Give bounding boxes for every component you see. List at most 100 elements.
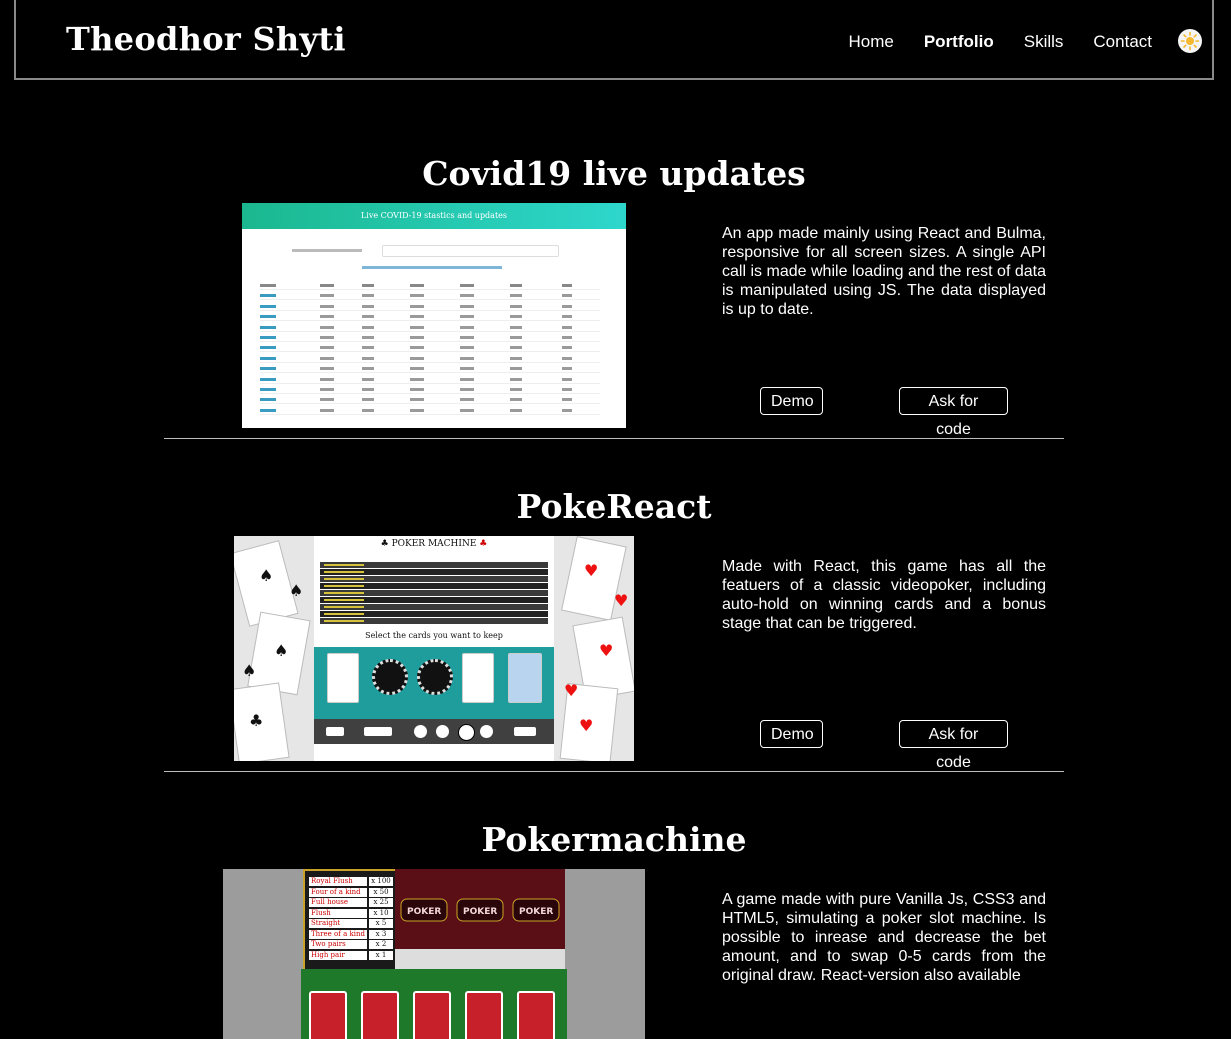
table-cell bbox=[562, 377, 572, 381]
control-button bbox=[364, 727, 392, 736]
paytable-multiplier: x 3 bbox=[369, 929, 393, 939]
table-cell bbox=[460, 294, 474, 298]
paytable-hand: Four of a kind bbox=[309, 887, 367, 897]
paytable-row bbox=[320, 576, 548, 582]
control-button bbox=[514, 727, 536, 736]
table-cell bbox=[510, 377, 522, 381]
svg-text:♣: ♣ bbox=[249, 711, 263, 730]
paytable-hand: Flush bbox=[309, 908, 367, 918]
table-row bbox=[260, 413, 600, 415]
card-table bbox=[301, 969, 567, 1039]
poker-machine-title: ♣ POKER MACHINE ♣ bbox=[380, 539, 488, 549]
paytable-hand: High pair bbox=[309, 950, 367, 960]
paytable-row bbox=[320, 618, 548, 624]
brand-name[interactable]: Theodhor Shyti bbox=[66, 20, 346, 58]
nav-home[interactable]: Home bbox=[848, 30, 893, 54]
table-cell bbox=[320, 284, 334, 287]
table-cell bbox=[510, 398, 522, 402]
table-cell bbox=[510, 388, 522, 391]
table-row bbox=[260, 289, 600, 290]
paytable-row: Four of a kind x 50 bbox=[309, 887, 393, 897]
table-row bbox=[260, 393, 600, 394]
table-cell bbox=[410, 336, 424, 339]
table-row bbox=[260, 361, 600, 363]
table-cell bbox=[460, 336, 474, 339]
section-divider bbox=[164, 771, 1064, 772]
paytable-label bbox=[324, 613, 364, 615]
table-cell bbox=[510, 346, 522, 350]
slot-reels: POKER POKER POKER bbox=[395, 869, 565, 949]
table-cell bbox=[320, 315, 334, 319]
paytable-label bbox=[324, 564, 364, 566]
ask-for-code-button[interactable]: Ask for code bbox=[899, 387, 1008, 438]
control-button bbox=[326, 727, 344, 736]
paytable-row bbox=[320, 569, 548, 575]
project-title: Covid19 live updates bbox=[422, 154, 806, 193]
table-cell bbox=[460, 356, 474, 360]
table-cell bbox=[260, 388, 276, 391]
paytable-row: Flush x 10 bbox=[309, 908, 393, 918]
svg-text:♠: ♠ bbox=[259, 566, 273, 585]
table-cell bbox=[460, 346, 474, 350]
paytable-row: Royal Flush x 100 bbox=[309, 877, 393, 886]
table-cell bbox=[510, 304, 522, 308]
paytable-label bbox=[324, 578, 364, 580]
face-down-card bbox=[309, 991, 347, 1039]
paytable-hand: Straight bbox=[309, 919, 367, 928]
control-button bbox=[436, 725, 449, 738]
paytable-multiplier: x 100 bbox=[369, 877, 393, 886]
table-cell bbox=[410, 398, 424, 402]
demo-button[interactable]: Demo bbox=[760, 720, 823, 748]
table-cell bbox=[320, 388, 334, 391]
control-button bbox=[414, 725, 427, 738]
table-cell bbox=[460, 388, 474, 391]
theme-toggle-button[interactable] bbox=[1178, 29, 1202, 53]
demo-button[interactable]: Demo bbox=[760, 387, 823, 415]
table-cell bbox=[562, 315, 572, 319]
table-cell bbox=[562, 367, 572, 371]
project-description: An app made mainly using React and Bulma… bbox=[722, 225, 1046, 318]
table-cell bbox=[410, 304, 424, 308]
table-row bbox=[260, 382, 600, 384]
nav-contact[interactable]: Contact bbox=[1093, 30, 1152, 54]
paytable-hand: Two pairs bbox=[309, 940, 367, 949]
paytable-row: Two pairs x 2 bbox=[309, 940, 393, 949]
table-cell bbox=[260, 294, 276, 298]
table-row bbox=[260, 403, 600, 405]
table-cell bbox=[320, 304, 334, 308]
table-cell bbox=[320, 325, 334, 329]
table-cell bbox=[320, 377, 334, 381]
svg-text:♥: ♥ bbox=[584, 561, 598, 580]
table-row bbox=[260, 309, 600, 311]
table-cell bbox=[562, 294, 572, 298]
table-cell bbox=[362, 377, 374, 381]
card bbox=[462, 653, 494, 703]
control-button bbox=[480, 725, 493, 738]
site-header: Theodhor Shyti Home Portfolio Skills Con… bbox=[14, 0, 1214, 80]
keep-prompt: Select the cards you want to keep bbox=[365, 631, 503, 640]
table-cell bbox=[320, 294, 334, 298]
table-cell bbox=[320, 367, 334, 371]
table-cell bbox=[562, 346, 572, 350]
paytable-label bbox=[324, 571, 364, 573]
card-table bbox=[314, 647, 554, 719]
table-cell bbox=[460, 398, 474, 402]
nav-skills[interactable]: Skills bbox=[1024, 30, 1064, 54]
table-cell bbox=[460, 367, 474, 371]
project-pokermachine: Pokermachine Royal Flush x 100 Four of a k… bbox=[164, 820, 1064, 1039]
card bbox=[327, 653, 359, 703]
bet-controls bbox=[395, 949, 565, 969]
paytable-multiplier: x 2 bbox=[369, 940, 393, 949]
table-cell bbox=[362, 356, 374, 360]
screenshot-updated-text bbox=[292, 249, 362, 252]
nav-portfolio[interactable]: Portfolio bbox=[924, 30, 994, 54]
table-cell bbox=[562, 325, 572, 329]
table-cell bbox=[510, 336, 522, 339]
screenshot-header: Live COVID-19 stastics and updates bbox=[242, 203, 626, 229]
svg-text:♥: ♥ bbox=[564, 681, 578, 700]
project-covid: Covid19 live updates Live COVID-19 stast… bbox=[164, 154, 1064, 439]
table-row bbox=[260, 341, 600, 342]
ask-for-code-button[interactable]: Ask for code bbox=[899, 720, 1008, 771]
control-bar bbox=[314, 719, 554, 744]
screenshot-region-links bbox=[362, 266, 502, 269]
